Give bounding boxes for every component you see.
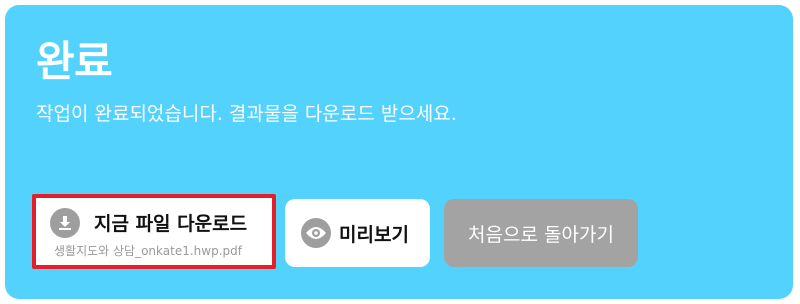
restart-button-label: 처음으로 돌아가기	[468, 224, 614, 246]
download-now-button[interactable]: 지금 파일 다운로드 생활지도와 상담_onkate1.hwp.pdf	[32, 194, 276, 269]
download-filename: 생활지도와 상담_onkate1.hwp.pdf	[54, 244, 242, 258]
eye-icon	[301, 218, 331, 248]
preview-button-label: 미리보기	[339, 224, 409, 246]
page-subtitle: 작업이 완료되었습니다. 결과물을 다운로드 받으세요.	[36, 103, 457, 125]
restart-button[interactable]: 처음으로 돌아가기	[444, 199, 638, 267]
download-icon	[50, 208, 80, 238]
page-title: 완료	[36, 37, 113, 86]
preview-button[interactable]: 미리보기	[285, 199, 430, 267]
download-button-label: 지금 파일 다운로드	[94, 213, 248, 235]
